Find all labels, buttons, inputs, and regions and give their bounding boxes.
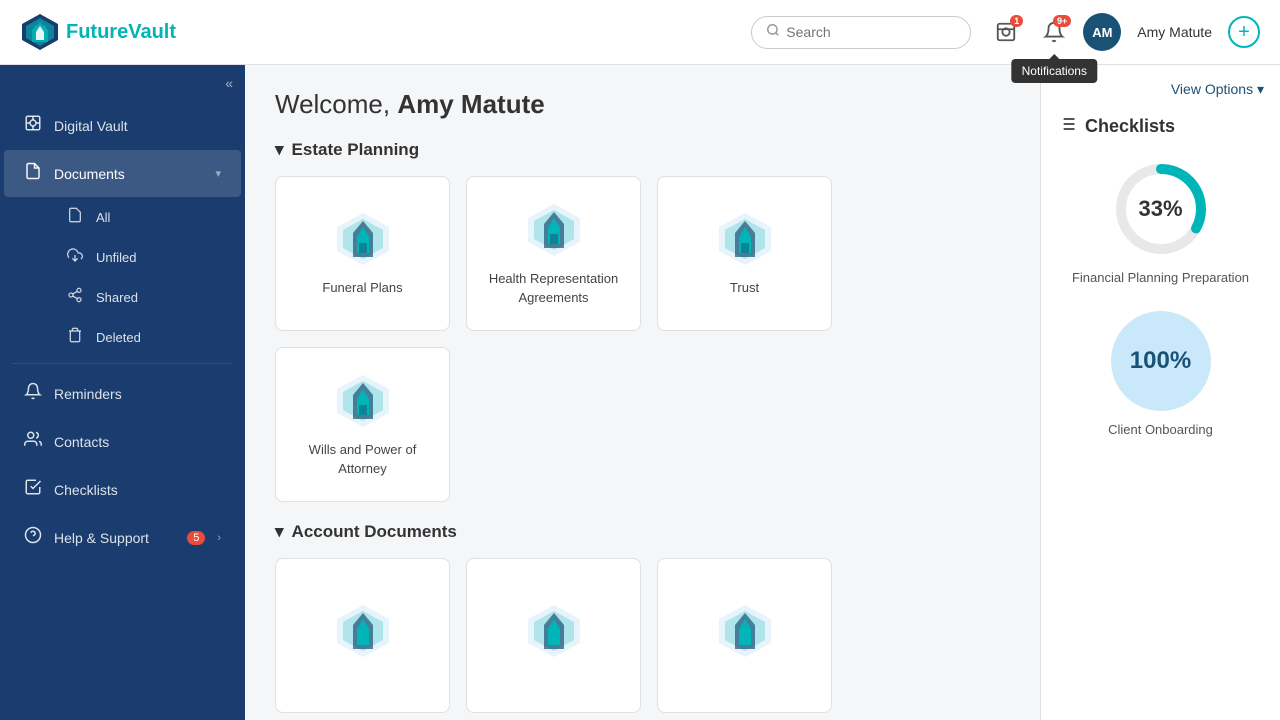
sidebar-item-reminders[interactable]: Reminders: [4, 370, 241, 417]
card-account-2[interactable]: [466, 558, 641, 713]
sidebar-item-all-label: All: [96, 210, 229, 225]
sidebar-item-checklists[interactable]: Checklists: [4, 466, 241, 513]
client-onboarding-label: Client Onboarding: [1057, 421, 1264, 439]
vault-badge: 1: [1010, 15, 1023, 27]
deleted-icon: [66, 327, 84, 348]
funeral-plans-icon: [333, 209, 393, 269]
account-documents-cards: [275, 558, 1010, 713]
documents-icon: [24, 162, 42, 185]
estate-planning-cards: Funeral Plans Health Representation Agre…: [275, 176, 1010, 502]
notifications-button[interactable]: 9+: [1035, 13, 1073, 51]
sidebar-item-help-label: Help & Support: [54, 530, 175, 546]
trust-icon: [715, 209, 775, 269]
sidebar-item-contacts-label: Contacts: [54, 434, 221, 450]
card-trust[interactable]: Trust: [657, 176, 832, 331]
add-button[interactable]: +: [1228, 16, 1260, 48]
section-caret-account: ▾: [275, 522, 284, 542]
view-options[interactable]: View Options ▾: [1057, 81, 1264, 98]
contacts-icon: [24, 430, 42, 453]
sidebar-item-documents-label: Documents: [54, 166, 203, 182]
all-icon: [66, 207, 84, 228]
sidebar-item-unfiled-label: Unfiled: [96, 250, 229, 265]
sidebar-item-documents[interactable]: Documents ▾: [4, 150, 241, 197]
logo[interactable]: FutureVault: [20, 12, 176, 52]
wills-poa-icon: [333, 371, 393, 431]
sidebar-item-shared[interactable]: Shared: [54, 278, 241, 317]
account-card-1-icon: [333, 601, 393, 661]
unfiled-icon: [66, 247, 84, 268]
sidebar: « Digital Vault Documents ▾: [0, 65, 245, 720]
card-account-1[interactable]: [275, 558, 450, 713]
circle-33: 33%: [1111, 159, 1211, 259]
account-card-3-icon: [715, 601, 775, 661]
sidebar-item-checklists-label: Checklists: [54, 482, 221, 498]
sidebar-collapse: «: [0, 65, 245, 101]
checklists-icon: [24, 478, 42, 501]
notifications-badge: 9+: [1053, 15, 1071, 27]
help-icon: [24, 526, 42, 549]
help-badge: 5: [187, 531, 205, 545]
welcome-header: Welcome, Amy Matute: [275, 89, 1010, 120]
health-representation-label: Health Representation Agreements: [479, 270, 628, 306]
content-area: Welcome, Amy Matute ▾ Estate Planning Fu: [245, 65, 1040, 720]
section-estate-planning[interactable]: ▾ Estate Planning: [275, 140, 1010, 160]
sidebar-item-deleted-label: Deleted: [96, 330, 229, 345]
checklist-client-onboarding[interactable]: 100% Client Onboarding: [1057, 311, 1264, 439]
vault-button[interactable]: 1: [987, 13, 1025, 51]
account-card-2-icon: [524, 601, 584, 661]
logo-icon: [20, 12, 60, 52]
sidebar-item-shared-label: Shared: [96, 290, 229, 305]
digital-vault-icon: [24, 114, 42, 137]
checklist-financial-planning[interactable]: 33% Financial Planning Preparation: [1057, 159, 1264, 287]
sidebar-item-contacts[interactable]: Contacts: [4, 418, 241, 465]
shared-icon: [66, 287, 84, 308]
card-health-representation[interactable]: Health Representation Agreements: [466, 176, 641, 331]
notifications-wrapper: 9+ Notifications: [1035, 13, 1073, 51]
sidebar-item-unfiled[interactable]: Unfiled: [54, 238, 241, 277]
search-input[interactable]: [786, 24, 956, 40]
topbar: FutureVault 1 9+ Notifications AM Amy Ma…: [0, 0, 1280, 65]
user-name-label[interactable]: Amy Matute: [1137, 24, 1212, 40]
logo-text: FutureVault: [66, 21, 176, 44]
wills-poa-label: Wills and Power of Attorney: [288, 441, 437, 477]
card-account-3[interactable]: [657, 558, 832, 713]
sidebar-nav: Digital Vault Documents ▾ All: [0, 101, 245, 720]
content-main: Welcome, Amy Matute ▾ Estate Planning Fu: [245, 65, 1040, 720]
sidebar-collapse-button[interactable]: «: [225, 75, 233, 91]
section-account-documents[interactable]: ▾ Account Documents: [275, 522, 1010, 542]
health-representation-icon: [524, 200, 584, 260]
help-caret: ›: [217, 532, 221, 544]
circle-100: 100%: [1111, 311, 1211, 411]
section-caret-estate: ▾: [275, 140, 284, 160]
card-wills-poa[interactable]: Wills and Power of Attorney: [275, 347, 450, 502]
documents-caret: ▾: [215, 167, 221, 180]
nav-divider-1: [12, 363, 233, 364]
circle-100-text: 100%: [1130, 347, 1191, 375]
funeral-plans-label: Funeral Plans: [322, 279, 402, 297]
sidebar-item-digital-vault-label: Digital Vault: [54, 118, 221, 134]
topbar-icons: 1 9+ Notifications AM Amy Matute +: [987, 13, 1260, 51]
circle-33-text: 33%: [1138, 196, 1182, 222]
sidebar-sub-nav: All Unfiled Shared: [0, 198, 245, 357]
avatar[interactable]: AM: [1083, 13, 1121, 51]
sidebar-item-deleted[interactable]: Deleted: [54, 318, 241, 357]
reminders-icon: [24, 382, 42, 405]
search-bar[interactable]: [751, 16, 971, 49]
search-icon: [766, 23, 780, 42]
right-panel: View Options ▾ Checklists 33% Financial …: [1040, 65, 1280, 720]
sidebar-item-help[interactable]: Help & Support 5 ›: [4, 514, 241, 561]
financial-planning-label: Financial Planning Preparation: [1057, 269, 1264, 287]
card-funeral-plans[interactable]: Funeral Plans: [275, 176, 450, 331]
main-layout: « Digital Vault Documents ▾: [0, 65, 1280, 720]
sidebar-item-all[interactable]: All: [54, 198, 241, 237]
sidebar-item-reminders-label: Reminders: [54, 386, 221, 402]
checklists-list-icon: [1057, 114, 1077, 139]
trust-label: Trust: [730, 279, 759, 297]
sidebar-item-digital-vault[interactable]: Digital Vault: [4, 102, 241, 149]
checklists-title: Checklists: [1057, 114, 1264, 139]
